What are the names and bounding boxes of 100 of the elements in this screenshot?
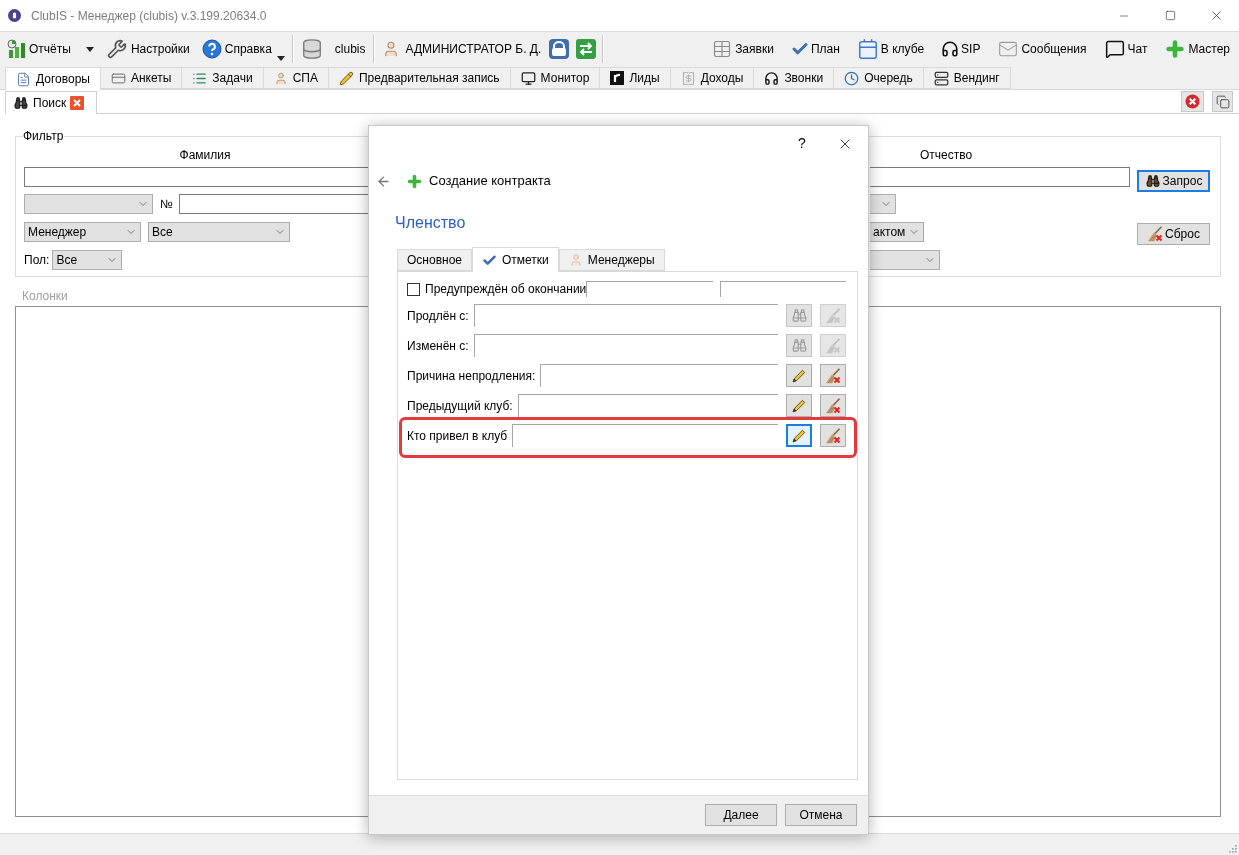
- dropdown[interactable]: актом: [870, 222, 924, 242]
- dropdown[interactable]: Все: [148, 222, 290, 242]
- tab[interactable]: Звонки: [753, 67, 835, 89]
- lock-icon[interactable]: [549, 39, 570, 59]
- chat-bubble-icon: [1103, 39, 1126, 59]
- clear-button[interactable]: [820, 364, 846, 387]
- clear-button[interactable]: [820, 424, 846, 447]
- broom-icon: [1147, 226, 1164, 242]
- dark-tile-icon: [610, 71, 625, 85]
- arrows-icon[interactable]: [576, 39, 597, 59]
- plus-icon: [406, 172, 423, 190]
- pencil-icon: [791, 367, 807, 384]
- tab[interactable]: Отметки: [472, 247, 559, 272]
- clear-button[interactable]: [820, 394, 846, 417]
- toolbar-button[interactable]: clubis: [299, 35, 367, 63]
- tab[interactable]: Анкеты: [99, 67, 183, 89]
- field-label: Изменён с:: [407, 337, 469, 355]
- tab[interactable]: Монитор: [509, 67, 601, 89]
- edit-button[interactable]: [786, 424, 812, 447]
- user-button[interactable]: АДМИНИСТРАТОР Б. Д.: [380, 35, 543, 63]
- input-field[interactable]: [178, 194, 368, 214]
- toolbar-button[interactable]: Мастер: [1164, 35, 1230, 63]
- checkmark-icon: [482, 252, 497, 268]
- tab[interactable]: Лиды: [599, 67, 671, 89]
- calendar-icon: [856, 38, 879, 60]
- toolbar-button[interactable]: Сообщения: [997, 35, 1087, 63]
- tab[interactable]: Доходы: [669, 67, 755, 89]
- edit-button[interactable]: [786, 394, 812, 417]
- toolbar-button[interactable]: SIP: [941, 35, 981, 63]
- maximize-icon: [1164, 10, 1176, 21]
- wrench-icon: [106, 39, 127, 59]
- list-icon: [192, 70, 208, 86]
- input-field[interactable]: [517, 394, 778, 417]
- binoculars-icon: [791, 338, 807, 353]
- dialog-button[interactable]: Далее: [705, 804, 777, 826]
- input-field[interactable]: [586, 281, 713, 297]
- input-field[interactable]: [870, 167, 1130, 187]
- binoculars-icon: [13, 96, 29, 110]
- caret-down-icon: [85, 46, 94, 52]
- tab[interactable]: Очередь: [833, 67, 924, 89]
- select-button[interactable]: [786, 304, 812, 327]
- server-icon: [933, 70, 949, 86]
- dialog-button[interactable]: Отмена: [785, 804, 857, 826]
- reset-button[interactable]: Сброс: [1137, 223, 1210, 245]
- dropdown[interactable]: Все: [52, 250, 123, 270]
- input-field[interactable]: [719, 281, 846, 297]
- tab[interactable]: Поиск: [5, 91, 97, 114]
- headset-icon: [941, 40, 960, 58]
- edit-button[interactable]: [786, 364, 812, 387]
- headset-icon: [764, 70, 780, 86]
- binoculars-icon: [791, 308, 807, 323]
- tab[interactable]: Договоры: [5, 67, 101, 90]
- toolbar-button[interactable]: Справка: [200, 35, 286, 63]
- document-icon: [16, 71, 31, 87]
- broom-icon: [825, 427, 841, 444]
- pencil-icon: [338, 70, 354, 86]
- person-icon: [273, 70, 288, 86]
- binoculars-icon: [1144, 174, 1161, 188]
- dropdown[interactable]: [870, 194, 896, 214]
- query-button[interactable]: Запрос: [1137, 170, 1210, 192]
- database-icon: [300, 38, 323, 60]
- resize-grip-icon[interactable]: [1227, 843, 1237, 853]
- checkbox[interactable]: [407, 282, 420, 296]
- card-icon: [110, 70, 126, 86]
- close-tab-button[interactable]: [1181, 91, 1204, 112]
- checkbox-label: Предупреждён об окончании: [425, 281, 587, 298]
- toolbar-button[interactable]: Чат: [1103, 35, 1148, 63]
- tab[interactable]: Предварительная запись: [327, 67, 511, 89]
- broom-icon: [825, 367, 841, 384]
- input-field[interactable]: [24, 167, 368, 187]
- dropdown[interactable]: Менеджер: [24, 222, 141, 242]
- field-label: Причина непродления:: [407, 367, 536, 385]
- dialog-heading: Создание контракта: [429, 172, 551, 191]
- tab[interactable]: Основное: [397, 249, 472, 271]
- tab[interactable]: Задачи: [181, 67, 264, 89]
- dropdown[interactable]: [24, 194, 153, 214]
- monitor-icon: [520, 70, 536, 86]
- dropdown[interactable]: [870, 250, 940, 270]
- select-button[interactable]: [786, 334, 812, 357]
- windows-icon: [1215, 94, 1230, 109]
- envelope-icon: [997, 39, 1020, 59]
- tab[interactable]: СПА: [262, 67, 329, 89]
- help-button[interactable]: ?: [790, 131, 814, 156]
- field-label: Фамилия: [179, 148, 231, 162]
- tab[interactable]: Вендинг: [922, 67, 1011, 89]
- clock-icon: [844, 70, 860, 86]
- toolbar-button[interactable]: Настройки: [105, 35, 191, 63]
- field-label: Предыдущий клуб:: [407, 397, 513, 415]
- toolbar-button[interactable]: Заявки: [711, 35, 774, 63]
- back-button[interactable]: [376, 173, 391, 189]
- toolbar-button[interactable]: В клубе: [856, 35, 925, 63]
- caret-down-icon: [276, 56, 285, 61]
- close-icon[interactable]: [70, 96, 85, 110]
- toolbar-button[interactable]: Отчёты: [6, 35, 72, 63]
- toolbar-button[interactable]: План: [790, 35, 840, 63]
- app-logo-icon: [8, 9, 21, 22]
- windows-button[interactable]: [1212, 91, 1233, 112]
- tab[interactable]: Менеджеры: [558, 249, 665, 271]
- help-icon: [201, 39, 222, 59]
- pencil-icon: [791, 427, 807, 444]
